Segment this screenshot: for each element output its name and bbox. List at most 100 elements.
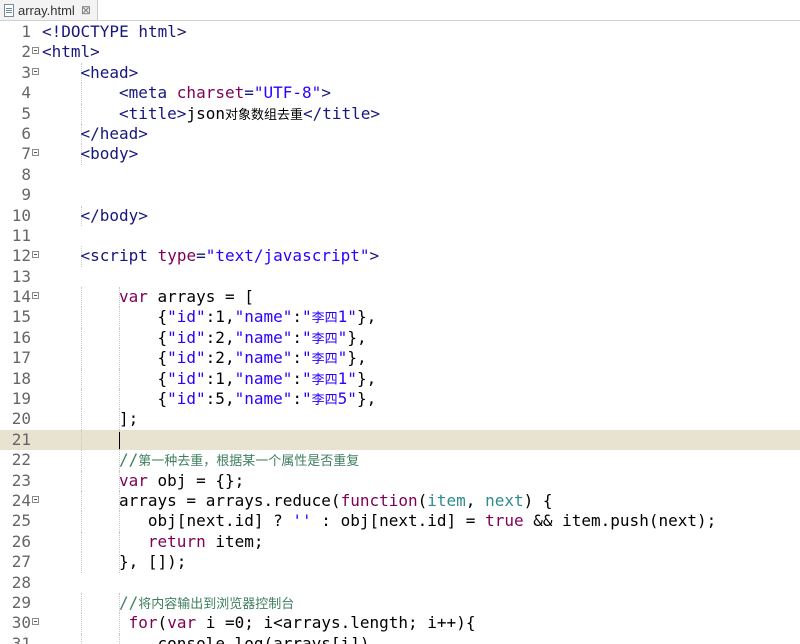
code-text: <script type="text/javascript"> [81, 246, 380, 266]
code-line[interactable]: 23 var obj = {}; [0, 470, 800, 491]
code-line[interactable]: 22 //第一种去重，根据某一个属性是否重复 [0, 450, 800, 471]
code-line[interactable]: 5 <title>json对象数组去重</title> [0, 103, 800, 124]
code-token: }, []); [119, 552, 187, 572]
code-line[interactable]: 8 [0, 165, 800, 185]
code-token: 李四 [311, 372, 338, 388]
close-icon[interactable]: ⊠ [81, 4, 91, 16]
editor-tab-bar: array.html ⊠ [0, 0, 800, 21]
code-line[interactable]: 18 {"id":1,"name":"李四1"}, [0, 368, 800, 391]
code-line[interactable]: 11 [0, 226, 800, 246]
fold-toggle-icon[interactable] [32, 495, 39, 503]
code-line[interactable]: 24 arrays = arrays.reduce(function(item, … [0, 490, 800, 512]
code-token: { [157, 307, 168, 327]
line-number: 26 [11, 531, 31, 551]
code-line[interactable]: 13 [0, 267, 800, 287]
code-token: </title> [302, 103, 381, 123]
code-token: " [337, 348, 348, 368]
code-text: {"id":1,"name":"李四1"}, [158, 369, 377, 391]
fold-toggle-icon[interactable] [32, 251, 39, 259]
code-line[interactable]: 9 [0, 185, 800, 205]
code-token: <body> [80, 144, 139, 164]
code-line[interactable]: 28 [0, 573, 800, 593]
code-token: '' [292, 511, 312, 531]
code-line[interactable]: 29 //将内容输出到浏览器控制台 [0, 592, 800, 614]
code-token: > [369, 246, 380, 266]
line-number: 22 [11, 450, 31, 470]
code-token: type [157, 246, 197, 266]
indent-guide [119, 307, 120, 328]
code-text: ]; [119, 409, 138, 429]
code-line[interactable]: 3 <head> [0, 62, 800, 84]
code-token: "name" [234, 348, 293, 368]
code-token: <!DOCTYPE html> [42, 22, 187, 41]
line-number: 7 [21, 144, 31, 164]
code-line[interactable]: 16 {"id":2,"name":"李四"}, [0, 327, 800, 349]
code-line[interactable]: 1 <!DOCTYPE html> [0, 22, 800, 42]
code-line[interactable]: 6 </head> [0, 123, 800, 145]
indent-guide [80, 450, 82, 471]
tab-array-html[interactable]: array.html ⊠ [0, 0, 98, 20]
html-file-icon [4, 3, 14, 17]
line-number: 29 [11, 592, 31, 612]
code-line[interactable]: 14 var arrays = [ [0, 287, 800, 308]
indent-guide [80, 429, 82, 451]
code-token: return [147, 531, 216, 551]
line-number: 13 [11, 266, 31, 286]
line-number: 24 [11, 490, 31, 510]
code-token: // [119, 592, 139, 612]
code-line[interactable]: 7 <body> [0, 144, 800, 165]
tab-title: array.html [18, 2, 75, 18]
code-token: "name" [234, 327, 293, 347]
line-number: 5 [21, 103, 31, 123]
code-line[interactable]: 21 [0, 429, 800, 451]
indent-guide [80, 307, 82, 328]
line-number: 28 [11, 572, 31, 592]
code-line[interactable]: 19 {"id":5,"name":"李四5"}, [0, 389, 800, 411]
code-token: " [337, 327, 348, 347]
code-line[interactable]: 12 <script type="text/javascript"> [0, 246, 800, 267]
code-line[interactable]: 27}, []); [0, 552, 800, 573]
code-token: var [119, 470, 158, 490]
line-number: 2 [21, 42, 31, 62]
code-token: 李四 [311, 393, 338, 409]
code-line[interactable]: 20]; [0, 409, 800, 430]
code-token: obj[next.id] ? [147, 511, 293, 531]
code-token: charset [176, 83, 245, 103]
code-token: : [292, 327, 303, 347]
code-line[interactable]: 25 obj[next.id] ? '' : obj[next.id] = tr… [0, 511, 800, 532]
code-token: 0 [234, 613, 245, 633]
code-line[interactable]: 15 {"id":1,"name":"李四1"}, [0, 307, 800, 328]
code-line[interactable]: 17 {"id":2,"name":"李四"}, [0, 348, 800, 369]
fold-toggle-icon[interactable] [32, 47, 39, 55]
code-line[interactable]: 30 for(var i =0; i<arrays.length; i++){ [0, 613, 800, 634]
indent-guide [80, 389, 82, 410]
code-line[interactable]: 10 </body> [0, 205, 800, 226]
fold-toggle-icon[interactable] [32, 618, 39, 626]
indent-guide [80, 348, 82, 369]
code-token: obj = {}; [157, 470, 245, 490]
fold-toggle-icon[interactable] [32, 149, 39, 157]
code-line[interactable]: 4 <meta charset="UTF-8"> [0, 83, 800, 104]
indent-guide [119, 389, 120, 410]
code-line[interactable]: 26 return item; [0, 531, 800, 553]
code-line[interactable]: 31 console.log(arrays[i]) [0, 633, 800, 644]
line-number: 8 [21, 164, 31, 184]
code-token: :1, [205, 368, 235, 388]
code-token: "UTF-8" [253, 83, 322, 103]
code-token: 1" [337, 368, 357, 388]
line-number: 10 [11, 205, 31, 225]
code-token: :2, [205, 348, 235, 368]
fold-toggle-icon[interactable] [32, 292, 39, 300]
code-token: "id" [167, 368, 206, 388]
code-token: :1, [205, 307, 235, 327]
code-token: 5" [337, 389, 357, 409]
code-token: arrays = [ [157, 287, 254, 307]
fold-toggle-icon[interactable] [32, 67, 39, 75]
code-token: for [128, 613, 158, 633]
code-token: ]; [119, 409, 139, 429]
code-editor[interactable]: 1 <!DOCTYPE html> 2 <html> 3 <head> 4 <meta cha… [0, 22, 800, 644]
code-text: var arrays = [ [119, 287, 254, 307]
code-line[interactable]: 2 <html> [0, 42, 800, 62]
code-token: }, [356, 307, 377, 327]
code-text: {"id":5,"name":"李四5"}, [158, 389, 377, 411]
